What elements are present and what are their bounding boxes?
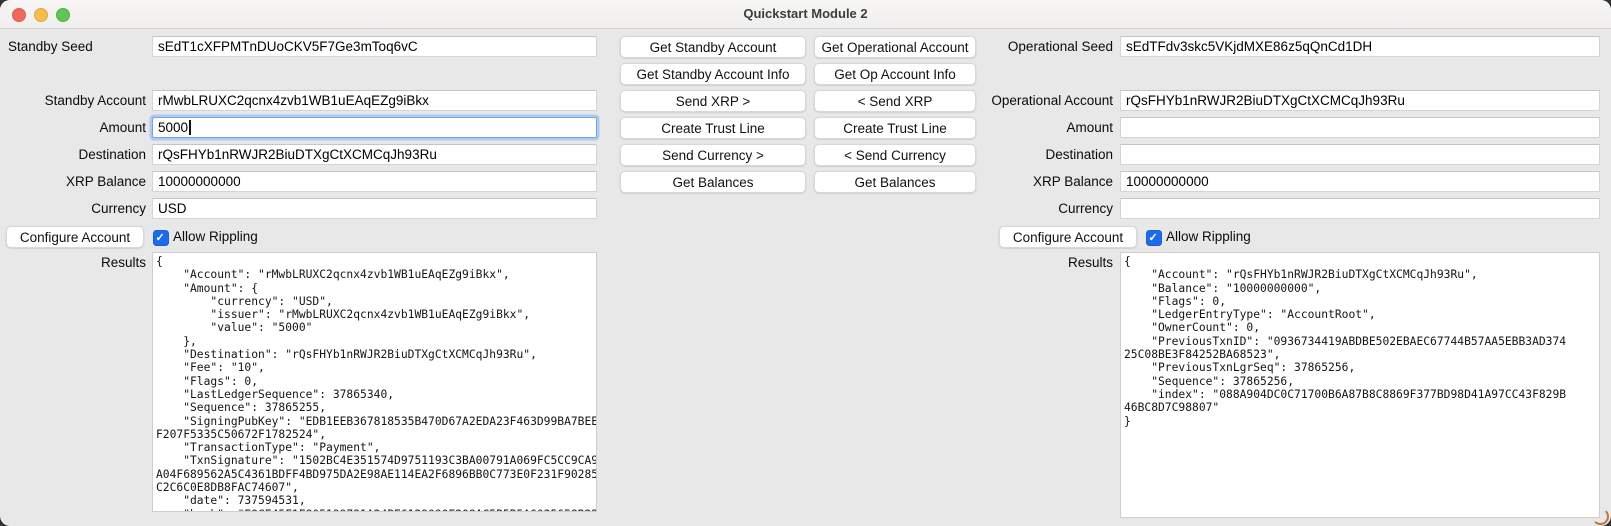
standby-get-balances-button[interactable]: Get Balances: [620, 171, 806, 193]
operational-amount-label: Amount: [960, 117, 1113, 138]
operational-xrp-balance-input[interactable]: 10000000000: [1120, 171, 1600, 192]
operational-account-label: Operational Account: [960, 90, 1113, 111]
operational-destination-label: Destination: [960, 144, 1113, 165]
operational-get-balances-button[interactable]: Get Balances: [814, 171, 976, 193]
app-window: Quickstart Module 2 Standby Seed sEdT1cX…: [0, 0, 1611, 526]
operational-allow-rippling-checkbox[interactable]: [1146, 230, 1162, 246]
get-standby-account-info-button[interactable]: Get Standby Account Info: [620, 63, 806, 85]
send-currency-right-button[interactable]: Send Currency >: [620, 144, 806, 166]
standby-currency-input[interactable]: USD: [152, 198, 597, 219]
standby-seed-input[interactable]: sEdT1cXFPMTnDUoCKV5F7Ge3mToq6vC: [152, 36, 597, 57]
standby-amount-value: 5000: [158, 120, 188, 135]
send-xrp-left-button[interactable]: < Send XRP: [814, 90, 976, 112]
standby-allow-rippling-label: Allow Rippling: [173, 226, 258, 248]
operational-allow-rippling-label: Allow Rippling: [1166, 226, 1251, 248]
get-standby-account-button[interactable]: Get Standby Account: [620, 36, 806, 58]
standby-configure-account-button[interactable]: Configure Account: [6, 226, 144, 248]
standby-account-label: Standby Account: [0, 90, 146, 111]
standby-results-textarea[interactable]: { "Account": "rMwbLRUXC2qcnx4zvb1WB1uEAq…: [152, 252, 597, 512]
get-operational-account-button[interactable]: Get Operational Account: [814, 36, 976, 58]
standby-xrp-balance-label: XRP Balance: [0, 171, 146, 192]
operational-configure-account-button[interactable]: Configure Account: [999, 226, 1137, 248]
standby-destination-input[interactable]: rQsFHYb1nRWJR2BiuDTXgCtXCMCqJh93Ru: [152, 144, 597, 165]
operational-account-input[interactable]: rQsFHYb1nRWJR2BiuDTXgCtXCMCqJh93Ru: [1120, 90, 1600, 111]
standby-results-label: Results: [0, 252, 146, 273]
resize-grip-icon[interactable]: [1592, 508, 1609, 525]
standby-xrp-balance-input[interactable]: 10000000000: [152, 171, 597, 192]
standby-create-trust-line-button[interactable]: Create Trust Line: [620, 117, 806, 139]
operational-results-textarea[interactable]: { "Account": "rQsFHYb1nRWJR2BiuDTXgCtXCM…: [1120, 252, 1600, 518]
standby-destination-label: Destination: [0, 144, 146, 165]
operational-seed-input[interactable]: sEdTFdv3skc5VKjdMXE86z5qQnCd1DH: [1120, 36, 1600, 57]
standby-amount-label: Amount: [0, 117, 146, 138]
standby-amount-input[interactable]: 5000: [152, 117, 597, 138]
window-title: Quickstart Module 2: [0, 0, 1611, 28]
get-op-account-info-button[interactable]: Get Op Account Info: [814, 63, 976, 85]
text-cursor: [189, 120, 191, 135]
operational-results-label: Results: [960, 252, 1113, 273]
standby-account-input[interactable]: rMwbLRUXC2qcnx4zvb1WB1uEAqEZg9iBkx: [152, 90, 597, 111]
operational-currency-input[interactable]: [1120, 198, 1600, 219]
standby-seed-label: Standby Seed: [8, 36, 146, 57]
operational-xrp-balance-label: XRP Balance: [960, 171, 1113, 192]
send-currency-left-button[interactable]: < Send Currency: [814, 144, 976, 166]
operational-create-trust-line-button[interactable]: Create Trust Line: [814, 117, 976, 139]
operational-seed-label: Operational Seed: [960, 36, 1113, 57]
operational-amount-input[interactable]: [1120, 117, 1600, 138]
standby-allow-rippling-checkbox[interactable]: [153, 230, 169, 246]
operational-destination-input[interactable]: [1120, 144, 1600, 165]
title-bar: Quickstart Module 2: [0, 0, 1611, 29]
operational-currency-label: Currency: [960, 198, 1113, 219]
send-xrp-right-button[interactable]: Send XRP >: [620, 90, 806, 112]
standby-currency-label: Currency: [0, 198, 146, 219]
